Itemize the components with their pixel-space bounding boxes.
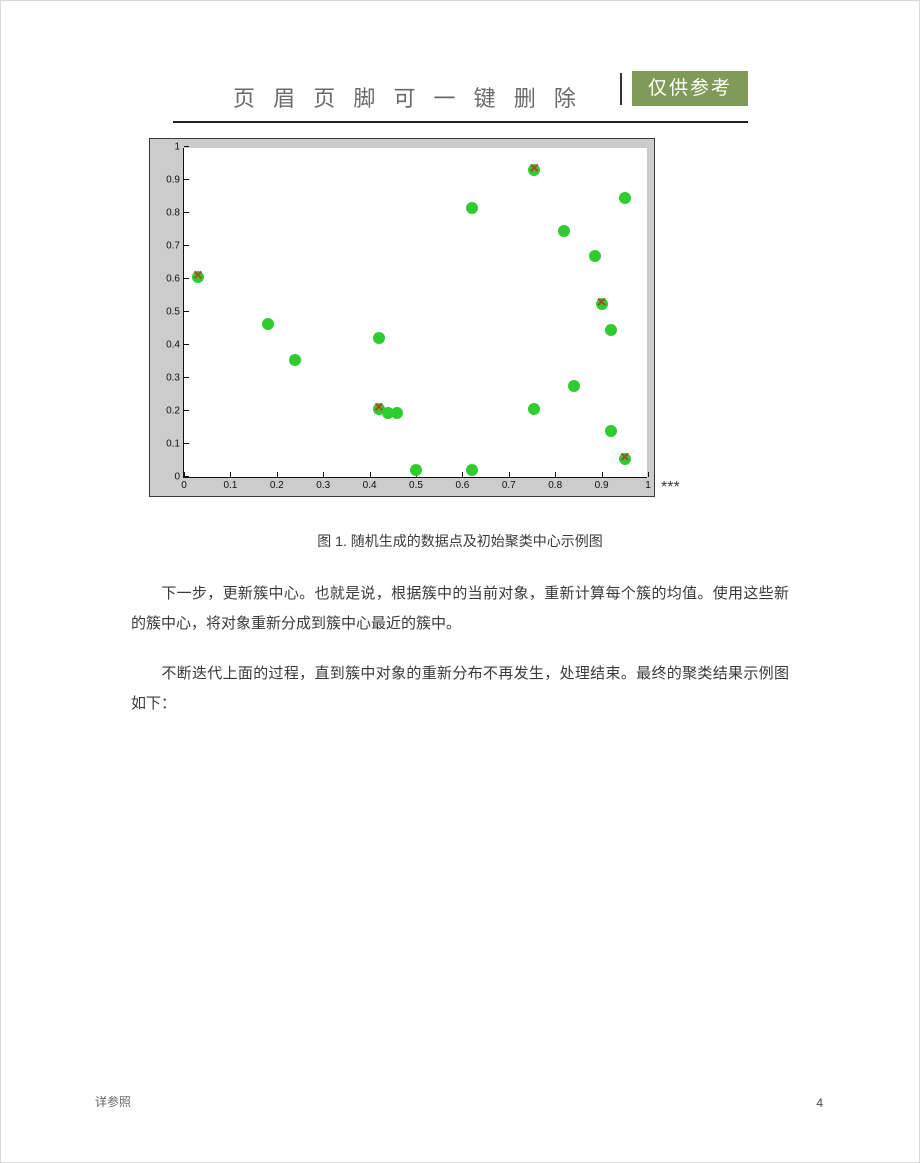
data-point [605,425,617,437]
y-tick-label: 0.8 [158,208,180,219]
data-point [605,324,617,336]
page-header: 页 眉 页 脚 可 一 键 删 除 仅供参考 [173,75,748,115]
data-point [192,271,204,283]
scatter-plot-frame: 0 0.1 0.2 0.3 0.4 0.5 0.6 0.7 0.8 0.9 1 0 0.1 0.2 0.3 0… [149,138,655,497]
figure-caption: 图 1. 随机生成的数据点及初始聚类中心示例图 [1,531,919,551]
x-tick [555,472,556,477]
x-tick [462,472,463,477]
y-tick [184,311,189,312]
y-tick [184,278,189,279]
x-tick-label: 0.4 [363,480,377,491]
paragraph-1-text: 下一步，更新簇中心。也就是说，根据簇中的当前对象，重新计算每个簇的均值。使用这些… [131,585,789,632]
footer-left: 详参照 [95,1093,131,1110]
figure-asterisks: *** [661,479,680,497]
x-tick [323,472,324,477]
data-point [558,225,570,237]
y-tick-label: 0 [158,472,180,483]
header-divider [620,73,622,105]
y-tick-label: 0.7 [158,241,180,252]
data-point [619,192,631,204]
x-tick-label: 1 [645,480,651,491]
data-point [589,250,601,262]
data-point [528,164,540,176]
body-paragraph-2: 不断迭代上面的过程，直到簇中对象的重新分布不再发生，处理结束。最终的聚类结果示例… [131,659,789,719]
x-tick [509,472,510,477]
page-root: 页 眉 页 脚 可 一 键 删 除 仅供参考 0 0.1 0.2 0.3 0.4 0.5 0… [0,0,920,1163]
x-tick [230,472,231,477]
data-point [391,407,403,419]
x-tick [277,472,278,477]
y-tick [184,476,189,477]
y-tick-label: 1 [158,142,180,153]
y-tick [184,212,189,213]
data-point [373,332,385,344]
header-title: 页 眉 页 脚 可 一 键 删 除 [233,81,582,113]
y-tick-label: 0.4 [158,340,180,351]
y-tick [184,179,189,180]
x-tick [370,472,371,477]
y-tick [184,344,189,345]
y-tick [184,245,189,246]
data-point [262,318,274,330]
data-point [466,202,478,214]
x-tick-label: 0.9 [595,480,609,491]
y-tick-label: 0.1 [158,439,180,450]
y-tick-label: 0.9 [158,175,180,186]
body-paragraph-1: 下一步，更新簇中心。也就是说，根据簇中的当前对象，重新计算每个簇的均值。使用这些… [131,579,789,639]
x-tick-label: 0 [181,480,187,491]
data-point [596,298,608,310]
x-tick-label: 0.7 [502,480,516,491]
y-tick-label: 0.5 [158,307,180,318]
data-point [619,453,631,465]
x-tick-label: 0.8 [548,480,562,491]
y-tick [184,377,189,378]
data-point [568,380,580,392]
y-tick-label: 0.6 [158,274,180,285]
y-tick [184,443,189,444]
data-point [466,464,478,476]
data-point [528,403,540,415]
x-tick-label: 0.3 [316,480,330,491]
data-point [289,354,301,366]
x-tick-label: 0.1 [223,480,237,491]
x-tick-label: 0.5 [409,480,423,491]
x-tick [648,472,649,477]
scatter-plot-area: 00.10.20.30.40.50.60.70.80.9100.10.20.30… [183,148,647,478]
data-point [410,464,422,476]
y-tick-label: 0.2 [158,406,180,417]
x-tick [602,472,603,477]
x-tick-label: 0.6 [455,480,469,491]
y-tick [184,410,189,411]
paragraph-2-text: 不断迭代上面的过程，直到簇中对象的重新分布不再发生，处理结束。最终的聚类结果示例… [131,665,789,712]
footer-page-number: 4 [816,1096,823,1110]
header-rule [173,121,748,123]
header-badge: 仅供参考 [632,71,748,106]
y-tick-label: 0.3 [158,373,180,384]
y-tick [184,146,189,147]
x-tick-label: 0.2 [270,480,284,491]
